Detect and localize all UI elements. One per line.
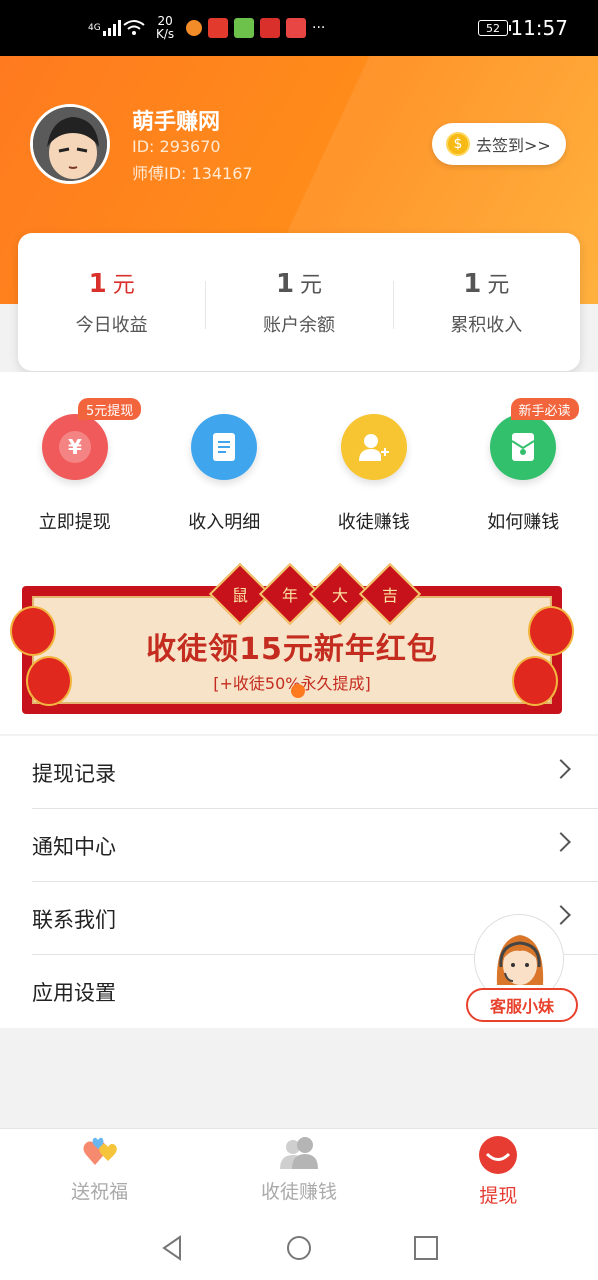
back-icon[interactable] [158,1234,186,1262]
stat-today-value: 1 [88,269,107,299]
user-id: ID: 293670 [132,137,221,156]
lantern-icon [10,606,56,656]
lantern-icon [26,656,72,706]
battery-icon: 52 [478,0,511,56]
add-user-icon [340,414,407,480]
net-speed-unit: K/s [156,27,175,41]
stat-balance-value: 1 [275,269,295,299]
yuan-icon: ¥ [41,414,108,480]
news-app-icon [208,18,228,38]
lantern-icon [528,606,574,656]
signin-button[interactable]: $ 去签到>> [432,123,566,165]
users-icon [279,1137,318,1169]
tab-recruit[interactable]: 收徒赚钱 [199,1129,398,1216]
svg-text:¥: ¥ [68,435,82,459]
service-label: 客服小妹 [466,988,578,1022]
stat-today-value-row: 1元 [89,267,135,299]
video-app-icon [260,18,280,38]
signal-icon: 4G [88,0,121,56]
document-icon [191,414,258,480]
network-type: 4G [88,23,101,33]
toutiao-app-icon [286,18,306,38]
banner-char: 吉 [381,585,399,605]
envelope-icon [490,414,557,480]
avatar[interactable] [30,104,110,184]
tab-withdraw[interactable]: 提现 [399,1129,598,1216]
stat-balance-unit: 元 [300,273,323,298]
list-item-label: 应用设置 [32,980,116,1005]
bottom-tab-bar: 送祝福 收徒赚钱 提现 [0,1128,598,1216]
menu-withdraw-label: 立即提现 [38,512,111,533]
stat-total[interactable]: 1元 累积收入 [392,233,580,371]
banner-char: 大 [331,585,349,605]
menu-income-detail[interactable]: 收入明细 [150,372,300,558]
more-notifications: ··· [312,20,326,36]
recents-icon[interactable] [412,1234,440,1262]
wifi-icon [122,0,146,56]
chevron-right-icon [551,832,571,852]
customer-service-button[interactable]: 客服小妹 [466,914,578,1022]
list-item-label: 提现记录 [32,761,116,786]
banner-char: 年 [281,585,299,605]
newbie-tag: 新手必读 [510,398,579,420]
clock: 11:57 [510,16,568,40]
menu-withdraw[interactable]: 5元提现 ¥ 立即提现 [0,372,150,558]
battery-level: 52 [478,20,508,36]
system-nav-bar [0,1216,598,1280]
banner-chars: 鼠 年 大 吉 [208,562,422,626]
carousel-indicator [291,684,305,698]
menu-how-to-earn[interactable]: 新手必读 如何赚钱 [449,372,598,558]
net-speed: 20 K/s [156,0,174,56]
list-item-withdraw-record[interactable]: 提现记录 [0,736,598,809]
list-item-label: 通知中心 [32,834,116,859]
withdraw-icon [479,1136,518,1174]
stat-total-unit: 元 [487,273,510,298]
stat-balance-label: 账户余额 [262,315,335,336]
tab-recruit-label: 收徒赚钱 [260,1181,337,1203]
menu-recruit-label: 收徒赚钱 [337,512,410,533]
earnings-card: 1元 今日收益 1元 账户余额 1元 累积收入 [18,233,580,371]
chevron-right-icon [551,759,571,779]
menu-income-detail-label: 收入明细 [188,512,261,533]
user-name: 萌手赚网 [132,110,221,135]
status-bar: 4G 20 K/s ··· 52 11:57 [0,0,598,56]
list-item-notifications[interactable]: 通知中心 [0,809,598,882]
withdraw-tag: 5元提现 [78,398,142,420]
coin-icon: $ [446,132,470,156]
master-id: 师傅ID: 134167 [132,164,253,183]
promo-banner-area: 收徒领15元新年红包 [+收徒50%永久提成] 鼠 年 大 吉 [0,558,598,734]
stat-balance[interactable]: 1元 账户余额 [205,233,392,371]
stat-today[interactable]: 1元 今日收益 [18,233,205,371]
tab-blessing-label: 送祝福 [71,1181,129,1203]
stat-total-value-row: 1元 [463,267,509,299]
menu-recruit[interactable]: 收徒赚钱 [299,372,449,558]
signin-label: 去签到>> [476,136,551,155]
banner-char: 鼠 [231,585,249,605]
lantern-icon [512,656,558,706]
home-icon[interactable] [285,1234,313,1262]
stat-balance-value-row: 1元 [276,267,322,299]
green-app-icon [234,18,254,38]
stat-today-unit: 元 [112,273,135,298]
banner-title: 收徒领15元新年红包 [146,632,438,667]
cat-app-icon [186,20,202,36]
tab-withdraw-label: 提现 [479,1185,518,1207]
quick-menu: 5元提现 ¥ 立即提现 收入明细 收徒赚钱 新手必读 如何赚钱 [0,372,598,558]
notification-icons: ··· [186,0,325,56]
menu-how-to-earn-label: 如何赚钱 [487,512,560,533]
tab-blessing[interactable]: 送祝福 [0,1129,199,1216]
stat-total-label: 累积收入 [450,315,523,336]
hearts-icon [83,1137,117,1165]
stat-today-label: 今日收益 [75,315,148,336]
stat-total-value: 1 [463,269,482,299]
list-item-label: 联系我们 [32,907,116,932]
